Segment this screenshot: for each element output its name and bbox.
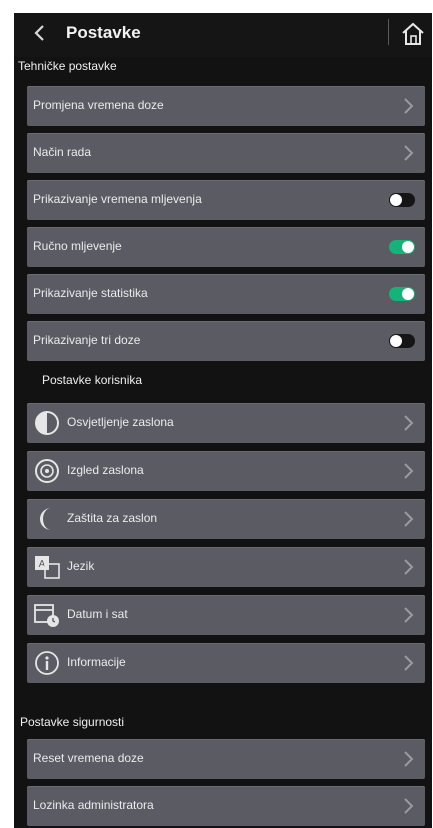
section-technical-label: Tehničke postavke: [18, 59, 117, 73]
section-user-heading: Postavke korisnika: [14, 369, 432, 391]
row-date-time[interactable]: Datum i sat: [27, 595, 425, 635]
row-reset-dose-time[interactable]: Reset vremena doze: [27, 739, 425, 779]
row-label: Prikazivanje tri doze: [33, 333, 141, 347]
screensaver-moon-icon: [40, 508, 51, 530]
row-show-three-doses: Prikazivanje tri doze: [27, 321, 425, 361]
toggle-knob: [390, 335, 402, 347]
language-icon: A: [35, 556, 60, 579]
back-button[interactable]: [20, 19, 60, 47]
row-admin-password[interactable]: Lozinka administratora: [27, 786, 425, 826]
calendar-clock-icon: [34, 604, 59, 627]
chevron-left-icon: [34, 25, 44, 41]
toggle-knob: [402, 241, 414, 253]
row-label: Prikazivanje statistika: [33, 286, 148, 300]
row-manual-grinding: Ručno mljevenje: [27, 227, 425, 267]
row-label: Zaštita za zaslon: [67, 511, 158, 525]
chevron-right-icon: [404, 751, 414, 767]
home-icon: [402, 22, 424, 45]
chevron-right-icon: [404, 798, 414, 814]
row-label: Reset vremena doze: [33, 751, 144, 765]
chevron-right-icon: [404, 559, 414, 575]
toggle-show-statistics[interactable]: [389, 287, 415, 301]
row-language[interactable]: A Jezik: [27, 547, 425, 587]
row-screensaver[interactable]: Zaštita za zaslon: [27, 499, 425, 539]
row-label: Lozinka administratora: [33, 798, 154, 812]
row-label: Informacije: [67, 655, 126, 669]
row-label: Promjena vremena doze: [33, 98, 164, 112]
row-label: Jezik: [67, 559, 95, 573]
home-button[interactable]: [398, 19, 428, 49]
section-user-label: Postavke korisnika: [42, 373, 143, 387]
header-divider: [388, 19, 389, 45]
toggle-manual-grinding[interactable]: [389, 240, 415, 254]
chevron-right-icon: [404, 98, 414, 114]
row-label: Prikazivanje vremena mljevenja: [33, 192, 202, 206]
toggle-knob: [390, 194, 402, 206]
row-show-statistics: Prikazivanje statistika: [27, 274, 425, 314]
toggle-show-grind-time[interactable]: [389, 193, 415, 207]
info-icon: [35, 651, 59, 675]
chevron-right-icon: [404, 655, 414, 671]
section-technical-heading: Tehničke postavke: [14, 55, 432, 77]
brightness-icon: [35, 411, 59, 435]
section-security-heading: Postavke sigurnosti: [14, 711, 432, 733]
row-operating-mode[interactable]: Način rada: [27, 133, 425, 173]
display-style-icon: [35, 459, 59, 483]
row-label: Način rada: [33, 145, 92, 159]
row-label: Osvjetljenje zaslona: [67, 415, 174, 429]
row-dose-time-change[interactable]: Promjena vremena doze: [27, 86, 425, 126]
header-bar: Postavke: [14, 13, 432, 57]
settings-screen: Postavke Tehničke postavke Promjena vrem…: [14, 13, 432, 828]
row-label: Datum i sat: [67, 607, 128, 621]
row-screen-appearance[interactable]: Izgled zaslona: [27, 451, 425, 491]
chevron-right-icon: [404, 607, 414, 623]
row-screen-brightness[interactable]: Osvjetljenje zaslona: [27, 403, 425, 443]
toggle-show-three-doses[interactable]: [389, 334, 415, 348]
page-title: Postavke: [66, 23, 141, 42]
row-information[interactable]: Informacije: [27, 643, 425, 683]
row-label: Izgled zaslona: [67, 463, 144, 477]
section-security-label: Postavke sigurnosti: [20, 715, 125, 729]
chevron-right-icon: [404, 463, 414, 479]
chevron-right-icon: [404, 415, 414, 431]
chevron-right-icon: [404, 145, 414, 161]
chevron-right-icon: [404, 511, 414, 527]
toggle-knob: [402, 288, 414, 300]
row-show-grind-time: Prikazivanje vremena mljevenja: [27, 180, 425, 220]
row-label: Ručno mljevenje: [33, 239, 122, 253]
